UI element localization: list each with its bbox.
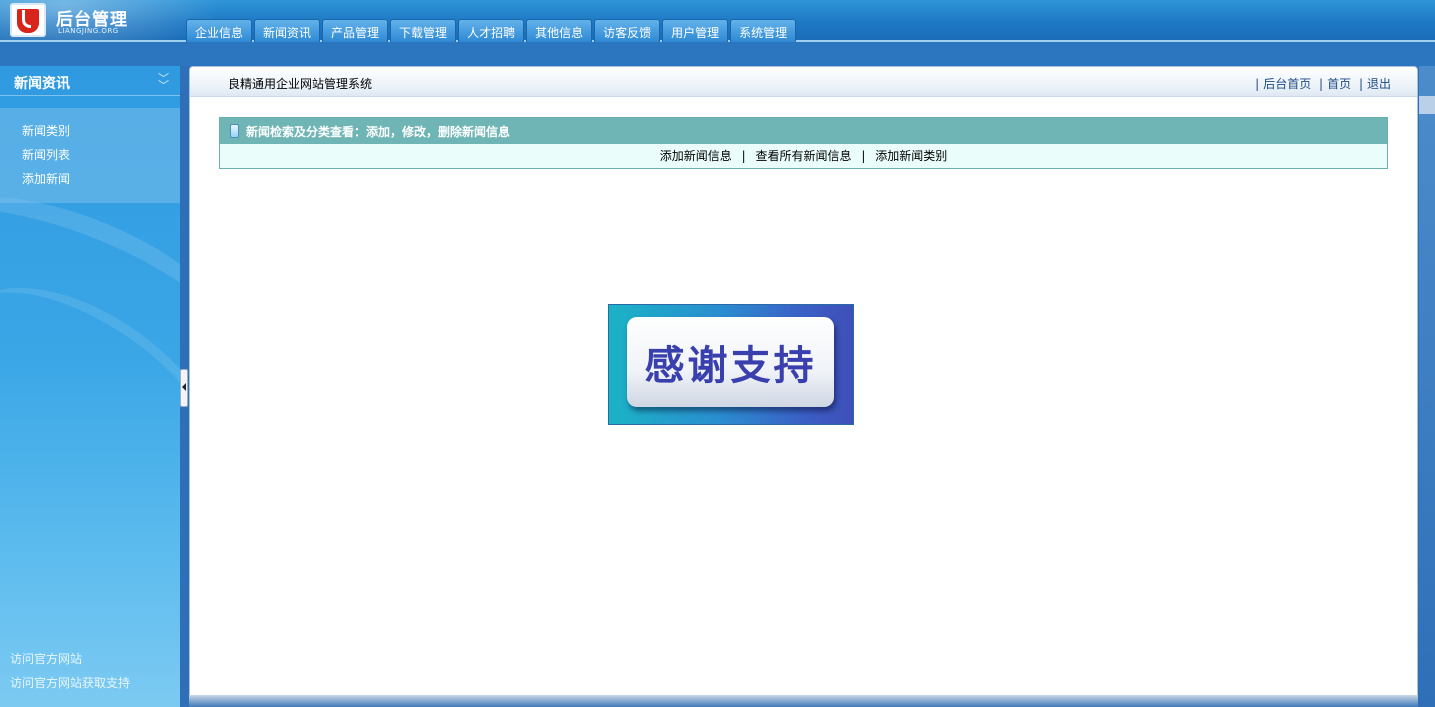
link-separator: | <box>741 149 746 163</box>
link-separator: | <box>861 149 866 163</box>
thanks-button-graphic: 感谢支持 <box>627 317 834 407</box>
tab-news[interactable]: 新闻资讯 <box>254 19 321 42</box>
logo-subtitle: LIANGJING.ORG <box>58 27 119 35</box>
sidebar-collapse-handle[interactable] <box>180 369 188 407</box>
sidebar-menu: 新闻类别 新闻列表 添加新闻 <box>0 108 180 203</box>
tab-company-info[interactable]: 企业信息 <box>186 19 253 42</box>
sidebar-header: 新闻资讯 ﹀ ﹀ <box>0 66 180 96</box>
thanks-banner: 感谢支持 <box>608 304 854 425</box>
right-edge-strip <box>1419 66 1435 707</box>
news-panel-actions: 添加新闻信息 | 查看所有新闻信息 | 添加新闻类别 <box>220 144 1387 168</box>
sidebar-item-news-categories[interactable]: 新闻类别 <box>22 122 70 139</box>
sidebar-item-news-list[interactable]: 新闻列表 <box>22 146 70 163</box>
logo: 后台管理 LIANGJING.ORG <box>10 3 185 39</box>
arrow-left-icon <box>182 383 186 391</box>
tab-system[interactable]: 系统管理 <box>730 19 797 42</box>
chevron-down-icon[interactable]: ﹀ ﹀ <box>158 73 169 91</box>
link-separator: | <box>1255 77 1260 91</box>
thanks-text: 感谢支持 <box>644 343 817 389</box>
news-panel: 新闻检索及分类查看：添加，修改，删除新闻信息 添加新闻信息 | 查看所有新闻信息… <box>219 117 1388 169</box>
link-separator: | <box>1358 77 1363 91</box>
add-news-category-link[interactable]: 添加新闻类别 <box>875 149 947 163</box>
tab-other-info[interactable]: 其他信息 <box>526 19 593 42</box>
home-link[interactable]: 首页 <box>1327 77 1351 91</box>
document-icon <box>230 124 239 138</box>
news-panel-header: 新闻检索及分类查看：添加，修改，删除新闻信息 <box>220 118 1387 144</box>
main-header: 良精通用企业网站管理系统 | 后台首页 | 首页 | 退出 <box>190 67 1417 97</box>
official-support-link[interactable]: 访问官方网站获取支持 <box>10 674 130 691</box>
sidebar: 新闻资讯 ﹀ ﹀ 新闻类别 新闻列表 添加新闻 访问官方网站 访问官方网站获取支持 <box>0 66 180 707</box>
tab-products[interactable]: 产品管理 <box>322 19 389 42</box>
header-subbar <box>0 42 1435 66</box>
tab-users[interactable]: 用户管理 <box>662 19 729 42</box>
news-panel-title: 新闻检索及分类查看：添加，修改，删除新闻信息 <box>246 125 511 139</box>
top-links: | 后台首页 | 首页 | 退出 <box>1251 75 1391 92</box>
bottom-edge-strip <box>189 695 1418 707</box>
tab-downloads[interactable]: 下载管理 <box>390 19 457 42</box>
admin-home-link[interactable]: 后台首页 <box>1263 77 1311 91</box>
official-site-link[interactable]: 访问官方网站 <box>10 650 82 667</box>
sidebar-title: 新闻资讯 <box>14 76 70 92</box>
main-panel: 良精通用企业网站管理系统 | 后台首页 | 首页 | 退出 新闻检索及分类查看：添加，… <box>189 66 1418 700</box>
tab-recruitment[interactable]: 人才招聘 <box>458 19 525 42</box>
link-separator: | <box>1319 77 1324 91</box>
page-title: 良精通用企业网站管理系统 <box>228 77 373 91</box>
logo-icon <box>10 3 46 37</box>
main-nav: 企业信息 新闻资讯 产品管理 下载管理 人才招聘 其他信息 访客反馈 用户管理 … <box>186 19 798 42</box>
logout-link[interactable]: 退出 <box>1367 77 1391 91</box>
sidebar-item-add-news[interactable]: 添加新闻 <box>22 170 70 187</box>
view-all-news-link[interactable]: 查看所有新闻信息 <box>755 149 851 163</box>
add-news-link[interactable]: 添加新闻信息 <box>660 149 732 163</box>
tab-feedback[interactable]: 访客反馈 <box>594 19 661 42</box>
